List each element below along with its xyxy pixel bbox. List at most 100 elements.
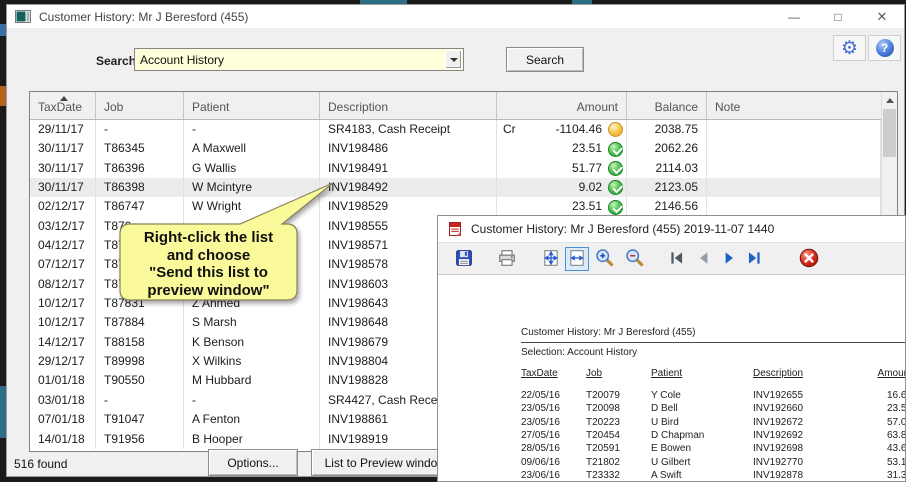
search-button[interactable]: Search xyxy=(506,47,584,72)
cell-patient: - xyxy=(184,120,320,140)
options-button[interactable]: Options... xyxy=(208,449,298,476)
cell-taxdate: 29/12/17 xyxy=(30,352,96,372)
title-bar[interactable]: Customer History: Mr J Beresford (455) —… xyxy=(7,5,904,29)
next-page-button[interactable] xyxy=(717,247,741,271)
scrollbar-thumb[interactable] xyxy=(883,109,896,157)
fit-page-icon xyxy=(542,249,560,270)
combobox-dropdown-button[interactable] xyxy=(445,50,462,69)
next-page-icon xyxy=(720,249,738,270)
cell-taxdate: 03/01/18 xyxy=(30,390,96,411)
amount-value: 23.51 xyxy=(571,141,602,156)
table-row[interactable]: 30/11/17 T86345 A Maxwell INV198486 23.51 206… xyxy=(30,139,881,159)
column-header-taxdate[interactable]: TaxDate xyxy=(30,92,96,119)
cell-patient: A Maxwell xyxy=(184,139,320,159)
cell-taxdate: 07/01/18 xyxy=(30,410,96,430)
cell-job: T86345 xyxy=(96,139,184,159)
cell-patient: B Hooper xyxy=(184,429,320,449)
cell-job: T87884 xyxy=(96,313,184,333)
column-header-patient[interactable]: Patient xyxy=(184,92,320,119)
close-icon xyxy=(799,248,819,271)
cell-taxdate: 14/01/18 xyxy=(30,429,96,449)
cell-taxdate: 07/12/17 xyxy=(30,255,96,275)
cell-job: T90550 xyxy=(96,371,184,391)
report-cell-amount: 31.34 xyxy=(886,469,905,481)
first-page-button[interactable] xyxy=(665,247,689,271)
report-cell-amount: 63.89 xyxy=(886,429,905,441)
report-column-taxdate: TaxDate xyxy=(521,368,558,379)
report-cell-job: T20591 xyxy=(586,443,620,455)
column-header-note[interactable]: Note xyxy=(707,92,897,119)
zoom-out-button[interactable] xyxy=(622,247,646,271)
report-cell-amount: 23.51 xyxy=(886,403,905,415)
callout-line-3: "Send this list to xyxy=(149,264,268,281)
cell-taxdate: 04/12/17 xyxy=(30,236,96,256)
report-cell-job: T20079 xyxy=(586,390,620,401)
callout-text: Right-click the list and choose "Send th… xyxy=(121,229,296,299)
table-row[interactable]: 29/11/17- - SR4183, Cash Receipt Cr -1104.46… xyxy=(30,120,881,140)
paid-status-icon xyxy=(608,160,623,176)
cell-note xyxy=(707,158,881,179)
column-header-description[interactable]: Description xyxy=(320,92,497,119)
cell-balance: 2114.03 xyxy=(627,158,707,179)
cell-taxdate: 30/11/17 xyxy=(30,158,96,179)
report-cell-taxdate: 27/05/16 xyxy=(521,429,560,441)
window-title: Customer History: Mr J Beresford (455) xyxy=(39,9,249,24)
minimize-button[interactable]: — xyxy=(772,5,816,28)
zoom-in-icon xyxy=(595,248,614,270)
report-cell-amount: 43.69 xyxy=(886,443,905,455)
close-button[interactable]: ✕ xyxy=(860,5,904,28)
scroll-up-button[interactable] xyxy=(882,92,897,108)
amount-value: 51.77 xyxy=(571,160,602,175)
search-label: Search xyxy=(96,54,137,68)
report-cell-taxdate: 23/06/16 xyxy=(521,469,560,481)
credit-label: Cr xyxy=(503,122,516,136)
fit-width-button[interactable] xyxy=(565,247,589,271)
help-button[interactable]: ? xyxy=(868,35,901,61)
settings-button[interactable]: ⚙ xyxy=(833,35,866,61)
report-cell-patient: D Chapman xyxy=(651,429,705,441)
cell-note xyxy=(707,120,881,140)
report-cell-patient: D Bell xyxy=(651,403,678,415)
cell-taxdate: 08/12/17 xyxy=(30,274,96,295)
records-found-label: 516 found xyxy=(14,457,68,471)
save-button[interactable] xyxy=(452,247,476,271)
cell-balance: 2123.05 xyxy=(627,178,707,198)
preview-page: Customer History: Mr J Beresford (455) S… xyxy=(438,277,905,481)
preview-title-bar[interactable]: Customer History: Mr J Beresford (455) 2… xyxy=(438,216,905,242)
amount-value: -1104.46 xyxy=(555,122,602,136)
cell-job: T91047 xyxy=(96,410,184,430)
print-button[interactable] xyxy=(495,247,519,271)
cell-amount: 9.02 xyxy=(497,178,627,198)
report-column-job: Job xyxy=(586,368,603,379)
prev-page-button[interactable] xyxy=(692,247,716,271)
column-header-job[interactable]: Job xyxy=(96,92,184,119)
report-cell-amount: 57.00 xyxy=(886,416,905,428)
report-cell-description: INV192660 xyxy=(753,403,804,415)
column-header-balance[interactable]: Balance xyxy=(627,92,707,119)
maximize-button[interactable]: □ xyxy=(816,5,860,28)
cell-balance: 2062.26 xyxy=(627,139,707,159)
preview-window: Customer History: Mr J Beresford (455) 2… xyxy=(437,215,906,482)
gear-icon: ⚙ xyxy=(840,37,859,59)
report-cell-amount: 53.19 xyxy=(886,456,905,468)
report-cell-job: T23332 xyxy=(586,469,620,481)
cell-patient: X Wilkins xyxy=(184,352,320,372)
search-combobox[interactable]: Account History xyxy=(134,48,464,71)
report-title-rule xyxy=(521,342,905,343)
paid-status-icon xyxy=(608,141,623,157)
cell-job: T91956 xyxy=(96,429,184,449)
column-header-amount[interactable]: Amount xyxy=(497,92,627,119)
cell-patient: S Marsh xyxy=(184,313,320,333)
paid-status-icon xyxy=(608,180,623,196)
report-cell-patient: Y Cole xyxy=(651,390,681,401)
zoom-out-icon xyxy=(625,248,644,270)
report-cell-taxdate: 09/06/16 xyxy=(521,456,560,468)
fit-page-button[interactable] xyxy=(539,247,563,271)
close-button[interactable] xyxy=(797,247,821,271)
zoom-in-button[interactable] xyxy=(592,247,616,271)
report-cell-job: T20223 xyxy=(586,416,620,428)
sort-ascending-icon xyxy=(60,96,68,101)
report-cell-patient: A Swift xyxy=(651,469,682,481)
print-icon xyxy=(498,249,516,270)
last-page-button[interactable] xyxy=(742,247,766,271)
